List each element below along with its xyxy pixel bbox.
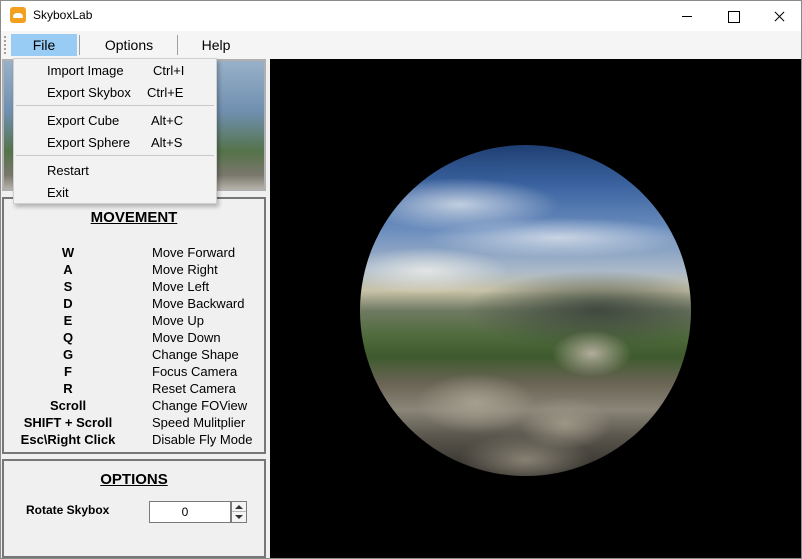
menu-item-label: Export Sphere	[47, 135, 131, 150]
menu-import-image[interactable]: Import Image Ctrl+I	[14, 60, 216, 82]
menu-item-shortcut: Alt+S	[151, 135, 183, 150]
action-label: Move Left	[152, 279, 210, 294]
rotate-skybox-stepper	[231, 501, 247, 523]
menu-separator	[79, 35, 80, 55]
menu-item-label: Export Cube	[47, 113, 120, 128]
menu-item-shortcut: Alt+C	[151, 113, 184, 128]
movement-title: MOVEMENT	[90, 209, 178, 226]
menu-item-label: Exit	[47, 185, 69, 200]
render-viewport[interactable]	[270, 59, 801, 558]
key-label: R	[63, 381, 73, 396]
menu-item-shortcut: Ctrl+I	[153, 63, 185, 78]
menu-separator	[177, 35, 178, 55]
close-button[interactable]	[756, 1, 802, 31]
menu-item-label: Import Image	[47, 63, 124, 78]
options-panel: OPTIONS Rotate Skybox	[2, 459, 266, 558]
key-label: S	[63, 279, 73, 294]
menu-item-label: Restart	[47, 163, 89, 178]
app-window: SkyboxLab File Options Help MOVEMENT W M…	[0, 0, 802, 559]
key-label: W	[61, 245, 75, 260]
key-label: D	[63, 296, 73, 311]
menu-export-cube[interactable]: Export Cube Alt+C	[14, 110, 216, 132]
window-title: SkyboxLab	[33, 8, 93, 22]
spin-down-button[interactable]	[232, 512, 246, 522]
action-label: Move Up	[152, 313, 205, 328]
action-label: Move Backward	[152, 296, 245, 311]
key-label: Esc\Right Click	[20, 432, 116, 447]
menu-export-sphere[interactable]: Export Sphere Alt+S	[14, 132, 216, 154]
menu-grip-icon	[4, 36, 6, 54]
menu-restart[interactable]: Restart	[14, 160, 216, 182]
action-label: Move Down	[152, 330, 221, 345]
spin-up-button[interactable]	[232, 502, 246, 512]
minimize-button[interactable]	[664, 1, 710, 31]
action-label: Move Right	[152, 262, 218, 277]
key-label: A	[63, 262, 73, 277]
action-label: Disable Fly Mode	[152, 432, 253, 447]
action-label: Change FOView	[152, 398, 248, 413]
menu-options[interactable]: Options	[82, 34, 176, 56]
menu-item-shortcut: Ctrl+E	[147, 85, 184, 100]
action-label: Reset Camera	[152, 381, 236, 396]
menu-file[interactable]: File	[11, 34, 77, 56]
maximize-button[interactable]	[710, 1, 756, 31]
skybox-sphere[interactable]	[360, 145, 691, 476]
key-label: G	[62, 347, 74, 362]
sphere-rocks	[360, 145, 691, 476]
action-label: Focus Camera	[152, 364, 238, 379]
menu-export-skybox[interactable]: Export Skybox Ctrl+E	[14, 82, 216, 104]
menu-exit[interactable]: Exit	[14, 182, 216, 204]
rotate-skybox-label: Rotate Skybox	[26, 503, 110, 517]
action-label: Move Forward	[152, 245, 236, 260]
menu-separator	[16, 155, 214, 156]
menu-item-label: Export Skybox	[47, 85, 131, 100]
action-label: Change Shape	[152, 347, 239, 362]
menu-bar: File Options Help	[1, 31, 801, 59]
file-menu-dropdown: Import Image Ctrl+I Export Skybox Ctrl+E…	[13, 58, 217, 204]
key-label: Scroll	[49, 398, 87, 413]
action-label: Speed Mulitplier	[152, 415, 246, 430]
key-label: Q	[62, 330, 74, 345]
title-bar: SkyboxLab	[1, 1, 801, 31]
key-label: F	[64, 364, 72, 379]
menu-help[interactable]: Help	[180, 34, 252, 56]
cloud-icon	[10, 7, 26, 23]
key-label: E	[63, 313, 73, 328]
rotate-skybox-input[interactable]	[149, 501, 231, 523]
options-title: OPTIONS	[100, 471, 168, 488]
key-label: SHIFT + Scroll	[23, 415, 113, 430]
menu-separator	[16, 105, 214, 106]
movement-panel: MOVEMENT W Move Forward A Move Right S M…	[2, 197, 266, 454]
